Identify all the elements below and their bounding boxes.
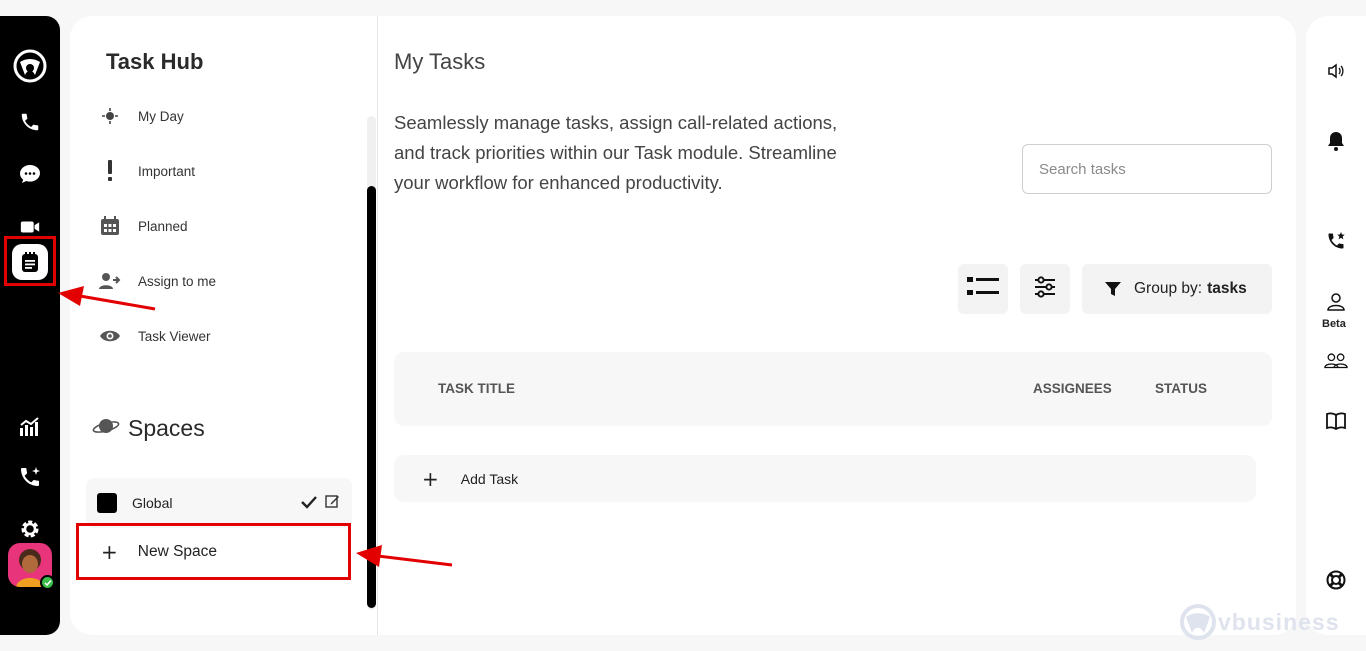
- group-by-value: tasks: [1207, 280, 1247, 297]
- edit-icon[interactable]: [325, 494, 340, 513]
- phone-sparkle-icon[interactable]: [12, 459, 48, 495]
- new-space-button[interactable]: + New Space: [76, 523, 351, 580]
- column-assignees[interactable]: ASSIGNEES: [1033, 381, 1112, 396]
- add-task-label: Add Task: [460, 470, 519, 487]
- tasks-icon[interactable]: [12, 244, 48, 280]
- add-task-button[interactable]: + Add Task: [394, 455, 1256, 502]
- chat-icon[interactable]: [12, 156, 48, 192]
- brand-watermark: vbusiness: [1178, 603, 1340, 641]
- phone-icon[interactable]: [12, 104, 48, 140]
- eye-icon: [98, 324, 122, 348]
- page-description: Seamlessly manage tasks, assign call-rel…: [394, 112, 838, 193]
- settings-icon[interactable]: [12, 511, 48, 547]
- group-by-label: Group by:: [1134, 280, 1203, 297]
- task-table-header: TASK TITLE ASSIGNEES STATUS: [394, 352, 1272, 426]
- hub-nav-list: My Day Important Planned Assign to me Ta…: [70, 104, 370, 364]
- group-icon[interactable]: [1324, 349, 1348, 373]
- filter-settings-button[interactable]: [1020, 264, 1070, 314]
- nav-item-task-viewer[interactable]: Task Viewer: [98, 321, 348, 351]
- user-icon[interactable]: [1324, 290, 1348, 314]
- book-icon[interactable]: [1324, 409, 1348, 433]
- nav-item-label: Important: [138, 163, 196, 179]
- tasks-nav-highlight: [4, 236, 56, 286]
- column-task-title[interactable]: TASK TITLE: [438, 381, 515, 396]
- nav-item-label: Assign to me: [138, 273, 217, 289]
- nav-item-important[interactable]: Important: [98, 156, 348, 186]
- logo-icon[interactable]: [12, 48, 48, 84]
- exclamation-icon: [98, 159, 122, 183]
- new-space-label: New Space: [137, 542, 218, 560]
- group-by-button[interactable]: Group by: tasks: [1082, 264, 1272, 314]
- column-status[interactable]: STATUS: [1155, 381, 1207, 396]
- nav-item-assign-to-me[interactable]: Assign to me: [98, 266, 348, 296]
- task-hub-panel: Task Hub My Day Important Planned Assign…: [70, 16, 378, 635]
- calendar-icon: [98, 214, 122, 238]
- list-view-button[interactable]: [958, 264, 1008, 314]
- hub-scrollbar-thumb[interactable]: [367, 186, 376, 608]
- list-icon: [967, 276, 999, 302]
- hub-title: Task Hub: [106, 49, 204, 74]
- planet-icon: [92, 414, 120, 442]
- online-status-badge: [40, 575, 55, 590]
- nav-item-label: Task Viewer: [138, 328, 211, 344]
- main-card: Task Hub My Day Important Planned Assign…: [70, 16, 1296, 635]
- space-label: Global: [132, 495, 173, 511]
- analytics-icon[interactable]: [12, 409, 48, 445]
- nav-item-my-day[interactable]: My Day: [98, 104, 348, 131]
- funnel-icon: [1105, 282, 1121, 296]
- nav-item-planned[interactable]: Planned: [98, 211, 348, 241]
- lifebuoy-icon[interactable]: [1324, 568, 1348, 592]
- phone-star-icon[interactable]: [1324, 229, 1348, 253]
- right-rail: Beta: [1306, 16, 1366, 635]
- space-item-global[interactable]: Global: [86, 478, 352, 528]
- nav-item-label: Planned: [138, 218, 188, 234]
- nav-item-label: My Day: [138, 108, 184, 124]
- plus-icon: +: [101, 539, 118, 564]
- page-title: My Tasks: [394, 49, 486, 74]
- beta-badge: Beta: [1322, 318, 1346, 330]
- space-color-swatch: [97, 493, 117, 513]
- sliders-icon: [1034, 276, 1056, 302]
- plus-icon: +: [422, 466, 439, 491]
- watermark-logo-icon: [1180, 604, 1216, 640]
- bell-icon[interactable]: [1324, 129, 1348, 153]
- check-icon[interactable]: [301, 494, 317, 513]
- search-input[interactable]: [1022, 144, 1272, 194]
- speaker-icon[interactable]: [1324, 59, 1348, 83]
- spaces-title: Spaces: [128, 414, 205, 441]
- user-assign-icon: [98, 269, 122, 293]
- sun-icon: [98, 104, 122, 128]
- spaces-heading: Spaces: [92, 414, 205, 442]
- watermark-text: vbusiness: [1218, 608, 1340, 635]
